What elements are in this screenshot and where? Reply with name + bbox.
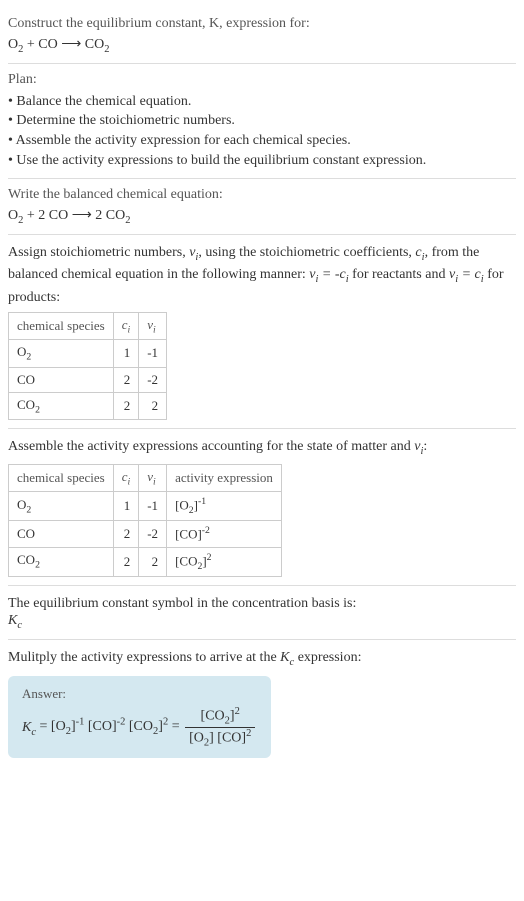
stoich-section: Assign stoichiometric numbers, νi, using… [8, 235, 516, 429]
symbol-section: The equilibrium constant symbol in the c… [8, 586, 516, 640]
table-header-row: chemical species ci νi activity expressi… [9, 464, 282, 492]
multiply-section: Mulitply the activity expressions to arr… [8, 640, 516, 766]
cell-ci: 1 [113, 492, 139, 521]
cell-ci: 1 [113, 340, 139, 368]
cell-vi: -2 [139, 367, 167, 392]
cell-species: CO2 [9, 392, 114, 420]
cell-activity: [CO]-2 [167, 521, 282, 547]
header-activity: activity expression [167, 464, 282, 492]
answer-equation: Kc = [O2]-1 [CO]-2 [CO2]2 = [CO2]2 [O2] … [22, 706, 257, 748]
activity-desc: Assemble the activity expressions accoun… [8, 437, 516, 459]
symbol-desc: The equilibrium constant symbol in the c… [8, 594, 516, 614]
header-species: chemical species [9, 312, 114, 340]
answer-label: Answer: [22, 686, 257, 702]
cell-vi: -1 [139, 340, 167, 368]
cell-activity: [CO2]2 [167, 547, 282, 576]
table-row: CO2 2 2 [9, 392, 167, 420]
table-row: CO 2 -2 [CO]-2 [9, 521, 282, 547]
cell-ci: 2 [113, 547, 139, 576]
table-row: CO 2 -2 [9, 367, 167, 392]
plan-item: Determine the stoichiometric numbers. [8, 111, 516, 131]
cell-vi: -2 [139, 521, 167, 547]
cell-activity: [O2]-1 [167, 492, 282, 521]
plan-title: Plan: [8, 72, 516, 88]
header-ci: ci [113, 312, 139, 340]
intro-title-text: Construct the equilibrium constant, K, e… [8, 16, 310, 31]
plan-item: Assemble the activity expression for eac… [8, 131, 516, 151]
table-row: O2 1 -1 [O2]-1 [9, 492, 282, 521]
plan-item: Balance the chemical equation. [8, 92, 516, 112]
cell-vi: 2 [139, 547, 167, 576]
table-row: O2 1 -1 [9, 340, 167, 368]
balanced-title: Write the balanced chemical equation: [8, 187, 516, 203]
cell-vi: 2 [139, 392, 167, 420]
activity-section: Assemble the activity expressions accoun… [8, 429, 516, 585]
plan-item: Use the activity expressions to build th… [8, 151, 516, 171]
header-vi: νi [139, 464, 167, 492]
balanced-section: Write the balanced chemical equation: O2… [8, 179, 516, 235]
stoich-desc: Assign stoichiometric numbers, νi, using… [8, 243, 516, 308]
plan-section: Plan: Balance the chemical equation. Det… [8, 64, 516, 179]
table-header-row: chemical species ci νi [9, 312, 167, 340]
stoich-table: chemical species ci νi O2 1 -1 CO 2 -2 C… [8, 312, 167, 421]
symbol-value: Kc [8, 613, 516, 631]
plan-list: Balance the chemical equation. Determine… [8, 92, 516, 170]
cell-species: CO2 [9, 547, 114, 576]
cell-vi: -1 [139, 492, 167, 521]
cell-species: CO [9, 367, 114, 392]
intro-equation: O2 + CO ⟶ CO2 [8, 36, 516, 55]
activity-table: chemical species ci νi activity expressi… [8, 464, 282, 577]
balanced-equation: O2 + 2 CO ⟶ 2 CO2 [8, 207, 516, 226]
cell-species: O2 [9, 340, 114, 368]
multiply-desc: Mulitply the activity expressions to arr… [8, 648, 516, 670]
cell-ci: 2 [113, 521, 139, 547]
cell-species: CO [9, 521, 114, 547]
header-ci: ci [113, 464, 139, 492]
header-species: chemical species [9, 464, 114, 492]
cell-ci: 2 [113, 392, 139, 420]
answer-box: Answer: Kc = [O2]-1 [CO]-2 [CO2]2 = [CO2… [8, 676, 271, 758]
cell-species: O2 [9, 492, 114, 521]
header-vi: νi [139, 312, 167, 340]
intro-section: Construct the equilibrium constant, K, e… [8, 8, 516, 64]
table-row: CO2 2 2 [CO2]2 [9, 547, 282, 576]
cell-ci: 2 [113, 367, 139, 392]
intro-title: Construct the equilibrium constant, K, e… [8, 16, 516, 32]
